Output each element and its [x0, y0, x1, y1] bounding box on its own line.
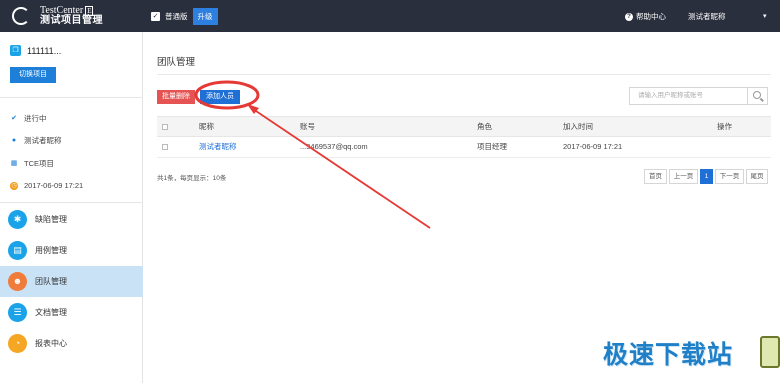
logo-edition-badge: E — [85, 5, 94, 16]
page-title: 团队管理 — [157, 57, 196, 68]
sidebar-item-label: 团队管理 — [35, 277, 67, 286]
last-page-button[interactable]: 尾页 — [746, 169, 768, 184]
project-type-text: TCE项目 — [24, 159, 54, 168]
upgrade-button[interactable]: 升级 — [192, 7, 218, 25]
member-account: ...3469537@qq.com — [300, 142, 368, 151]
team-icon: ☻ — [8, 272, 27, 291]
docs-icon: ☰ — [8, 303, 27, 322]
project-status-text: 进行中 — [24, 114, 47, 123]
sidebar-divider — [0, 202, 143, 203]
person-icon: ● — [11, 136, 17, 144]
member-joined: 2017-06-09 17:21 — [563, 142, 623, 151]
select-all-checkbox[interactable] — [162, 124, 168, 130]
first-page-button[interactable]: 首页 — [644, 169, 667, 184]
sidebar-item-label: 用例管理 — [35, 246, 67, 255]
edition-check-icon: ✓ — [151, 11, 160, 21]
current-project: ❐ 111111... — [10, 45, 61, 56]
edition-switch[interactable]: ✓ 普通版 — [151, 11, 188, 22]
column-role: 角色 — [477, 122, 492, 131]
project-name: 111111... — [27, 45, 62, 56]
project-created: ◷ 2017-06-09 17:21 — [10, 181, 83, 190]
column-joined: 加入时间 — [563, 122, 593, 131]
add-member-button[interactable]: 添加人员 — [200, 90, 240, 104]
check-circle-icon: ✔ — [11, 114, 17, 122]
project-created-text: 2017-06-09 17:21 — [24, 181, 84, 190]
grid-icon: ▦ — [10, 159, 18, 167]
chart-icon: ◔ — [8, 334, 27, 353]
members-table: 昵称 账号 角色 加入时间 操作 测试者昵称 ...3469537@qq.com… — [157, 116, 771, 158]
bug-icon: ✱ — [8, 210, 27, 229]
project-owner-text: 测试者昵称 — [24, 136, 62, 145]
table-row: 测试者昵称 ...3469537@qq.com 项目经理 2017-06-09 … — [157, 137, 771, 158]
sidebar-item-reports[interactable]: ◔ 报表中心 — [0, 328, 143, 359]
next-page-button[interactable]: 下一页 — [715, 169, 744, 184]
main-content: 团队管理 批量删除 添加人员 请输入用户昵称或账号 昵称 账号 角色 加入时间 … — [144, 32, 780, 383]
user-menu[interactable]: 测试者昵称 — [688, 11, 726, 22]
logo-subtitle: 测试项目管理 — [40, 15, 103, 26]
help-label: 帮助中心 — [636, 12, 666, 21]
sidebar-item-label: 文档管理 — [35, 308, 67, 317]
project-status: ✔ 进行中 — [10, 113, 47, 124]
column-account: 账号 — [300, 122, 315, 131]
logo-mark-icon — [12, 7, 30, 25]
batch-delete-button[interactable]: 批量删除 — [157, 90, 195, 104]
search-input[interactable]: 请输入用户昵称或账号 — [629, 87, 748, 105]
sidebar-item-defects[interactable]: ✱ 缺陷管理 — [0, 204, 143, 235]
project-icon: ❐ — [10, 45, 21, 56]
sidebar-item-team[interactable]: ☻ 团队管理 — [0, 266, 143, 297]
member-role: 项目经理 — [477, 142, 507, 151]
chevron-down-icon[interactable]: ▾ — [763, 12, 767, 20]
pagination-summary: 共1条，每页显示：10条 — [157, 175, 227, 182]
help-center-link[interactable]: ? 帮助中心 — [625, 11, 666, 22]
switch-project-button[interactable]: 切换项目 — [10, 67, 56, 83]
page-1-button[interactable]: 1 — [700, 169, 713, 184]
sidebar-item-label: 缺陷管理 — [35, 215, 67, 224]
edition-label: 普通版 — [165, 11, 188, 21]
sidebar-item-testcases[interactable]: ▤ 用例管理 — [0, 235, 143, 266]
watermark-text: 极速下载站 — [603, 340, 734, 369]
project-owner: ● 测试者昵称 — [10, 135, 62, 146]
sidebar-item-label: 报表中心 — [35, 339, 67, 348]
search-button[interactable] — [748, 87, 768, 105]
sidebar: ❐ 111111... 切换项目 ✔ 进行中 ● 测试者昵称 ▦ TCE项目 ◷… — [0, 32, 143, 383]
sidebar-divider — [0, 97, 143, 98]
title-divider — [157, 74, 771, 75]
project-type: ▦ TCE项目 — [10, 158, 54, 169]
column-nickname: 昵称 — [199, 122, 214, 131]
table-header: 昵称 账号 角色 加入时间 操作 — [157, 116, 771, 137]
document-icon: ▤ — [8, 241, 27, 260]
watermark-logo-icon — [760, 336, 780, 368]
question-icon: ? — [625, 12, 633, 21]
clock-icon: ◷ — [10, 181, 18, 190]
sidebar-item-docs[interactable]: ☰ 文档管理 — [0, 297, 143, 328]
app-logo[interactable]: TestCenter E 测试项目管理 — [0, 0, 143, 32]
row-checkbox[interactable] — [162, 144, 168, 150]
column-actions: 操作 — [717, 122, 732, 131]
logo-title: TestCenter — [40, 4, 84, 16]
prev-page-button[interactable]: 上一页 — [669, 169, 698, 184]
member-nickname-link[interactable]: 测试者昵称 — [199, 137, 237, 157]
